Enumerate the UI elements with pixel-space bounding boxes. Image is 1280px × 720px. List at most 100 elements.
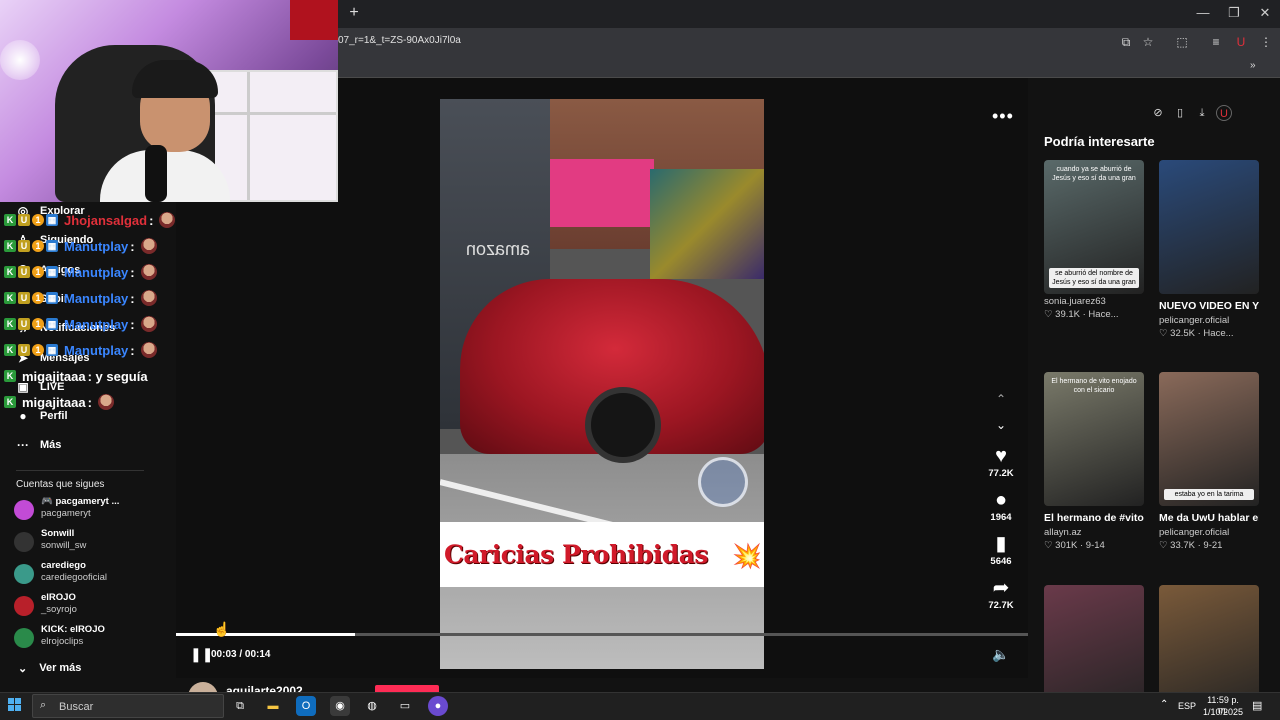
copy-link-icon[interactable]: ⊘ (1150, 105, 1166, 121)
kick-badge-icon: K (4, 214, 16, 226)
app-window-icon[interactable]: ▭ (395, 696, 415, 716)
tray-chevron-icon[interactable]: ⌃ (1160, 699, 1168, 710)
recommended-title: Podría interesarte (1044, 134, 1155, 149)
kick-badge-icon: K (4, 344, 16, 356)
app-chat-icon[interactable]: ● (428, 696, 448, 716)
account-name: elROJO (41, 592, 76, 603)
url-field[interactable]: 07_r=1&_t=ZS-90Ax0Ji7l0a (338, 35, 461, 46)
clock-date[interactable]: 1/10/2025 (1201, 707, 1245, 717)
recommended-video-card[interactable]: cuando ya se aburrió de Jesús y eso sí d… (1044, 160, 1144, 320)
recommended-video-card[interactable]: El hermano de vito enojado con el sicari… (1044, 372, 1144, 551)
share-count: 72.7K (988, 600, 1014, 611)
followed-account[interactable]: KICK: elROJO elrojoclips (14, 624, 174, 652)
kick-badge-icon: K (4, 396, 16, 408)
bookmark-icon: ▮ (995, 533, 1007, 555)
chat-emote-icon (140, 316, 157, 332)
account-handle: carediegooficial (41, 572, 108, 583)
volume-icon[interactable]: 🔈 (992, 646, 1009, 663)
extension-u-icon[interactable]: U (1216, 105, 1232, 121)
phone-icon[interactable]: ▯ (1172, 105, 1188, 121)
gift-badge-icon: ▦ (46, 318, 58, 330)
coin-badge-icon: 1 (32, 344, 44, 356)
profile-icon[interactable]: U (1233, 34, 1249, 50)
truck-sign-text: amazon (466, 239, 531, 259)
save-action[interactable]: ▮ 5646 (982, 532, 1020, 567)
coin-badge-icon: 1 (32, 266, 44, 278)
install-app-icon[interactable]: ⧉ (1118, 34, 1134, 50)
obs-icon[interactable]: ◍ (362, 696, 382, 716)
chrome-icon[interactable]: ◉ (330, 696, 350, 716)
new-tab-button[interactable]: + (345, 4, 363, 22)
microphone (145, 145, 167, 202)
nav-mas[interactable]: ··· Más (16, 438, 61, 452)
coin-badge-icon: 1 (32, 240, 44, 252)
chat-text: : y seguía (87, 368, 148, 384)
close-window-button[interactable]: ✕ (1250, 4, 1280, 22)
video-thumbnail (1159, 160, 1259, 294)
notification-icon[interactable]: ▤ (1252, 699, 1262, 712)
chat-text: : (130, 290, 135, 306)
extensions-icon[interactable]: ⬚ (1174, 34, 1190, 50)
language-indicator[interactable]: ESP (1178, 701, 1196, 711)
chat-emote-icon (140, 342, 157, 358)
chat-username: migajitaaa (22, 368, 86, 384)
recommended-video-card[interactable]: estaba yo en la tarima Me da UwU hablar e… (1159, 372, 1259, 551)
mural-wall (650, 169, 764, 279)
coin-badge-icon: 1 (32, 292, 44, 304)
followed-account[interactable]: Sonwill sonwill_sw (14, 528, 174, 556)
comment-action[interactable]: ● 1964 (982, 488, 1020, 523)
ver-mas-label: Ver más (39, 662, 82, 674)
card-author: allayn.az (1044, 527, 1082, 538)
more-bookmarks-icon[interactable]: » (1250, 60, 1256, 71)
tiktok-page: ◎Explorar ♙Siguiendo ⚇Amigos ⊞Subir ♫Not… (0, 0, 1280, 719)
followed-account[interactable]: carediego carediegooficial (14, 560, 174, 588)
media-icon[interactable]: ≡ (1208, 34, 1224, 50)
chat-username: Manutplay (64, 342, 129, 358)
like-action[interactable]: ♥ 77.2K (982, 444, 1020, 479)
streamer-webcam (0, 0, 338, 202)
download-icon[interactable]: ⤓ (1194, 105, 1210, 121)
nav-label: Más (40, 439, 62, 451)
video-frame[interactable]: amazon Caricias Prohibidas 💥 (440, 99, 764, 669)
comment-icon: ● (994, 489, 1008, 511)
task-view-icon[interactable]: ⧉ (230, 696, 250, 716)
sub-badge-icon: U (18, 214, 30, 226)
chat-message: K U 1 ▦ Manutplay : (4, 288, 157, 308)
windows-start-icon[interactable] (8, 698, 22, 712)
video-thumbnail: El hermano de vito enojado con el sicari… (1044, 372, 1144, 506)
chevron-down-icon[interactable]: ⌄ (993, 418, 1009, 432)
chat-text: : (130, 238, 135, 254)
kick-badge-icon: K (4, 240, 16, 252)
chevron-up-icon[interactable]: ⌃ (993, 392, 1009, 406)
gift-badge-icon: ▦ (46, 344, 58, 356)
chat-emote-icon (140, 238, 157, 254)
recommended-video-card[interactable]: NUEVO VIDEO EN YT SIEMPRE TIRA UN... peli… (1159, 160, 1259, 339)
chat-emote-icon (140, 290, 157, 306)
restore-button[interactable]: ❐ (1219, 4, 1249, 22)
like-count: 77.2K (988, 468, 1014, 479)
search-icon: ⌕ (40, 699, 47, 711)
avatar (14, 500, 34, 520)
pause-button[interactable]: ❚❚ (190, 646, 213, 662)
outlook-icon[interactable]: O (296, 696, 316, 716)
chat-message: Kmigajitaaa : y seguía (4, 366, 148, 386)
gift-badge-icon: ▦ (46, 292, 58, 304)
chat-message: K U 1 ▦ Manutplay : (4, 262, 157, 282)
more-options-icon[interactable]: ••• (992, 106, 1014, 127)
minimize-button[interactable]: — (1188, 4, 1218, 22)
streamer-cap (132, 60, 218, 98)
file-explorer-icon[interactable]: ▬ (263, 696, 283, 716)
followed-account[interactable]: elROJO _soyrojo (14, 592, 174, 620)
divider (16, 470, 144, 471)
followed-account[interactable]: 🎮 pacgameryt ... pacgameryt (14, 496, 174, 524)
card-author: pelicanger.oficial (1159, 315, 1230, 326)
menu-kebab-icon[interactable]: ⋮ (1258, 34, 1274, 50)
share-action[interactable]: ➦ 72.7K (982, 576, 1020, 611)
card-author: pelicanger.oficial (1159, 527, 1230, 538)
gift-badge-icon: ▦ (46, 266, 58, 278)
video-thumbnail: cuando ya se aburrió de Jesús y eso sí d… (1044, 160, 1144, 294)
card-stats: ♡ 301K · 9-14 (1044, 540, 1105, 551)
chat-username: Manutplay (64, 238, 129, 254)
bookmark-star-icon[interactable]: ☆ (1140, 34, 1156, 50)
ver-mas-button[interactable]: ⌄ Ver más (18, 662, 81, 675)
